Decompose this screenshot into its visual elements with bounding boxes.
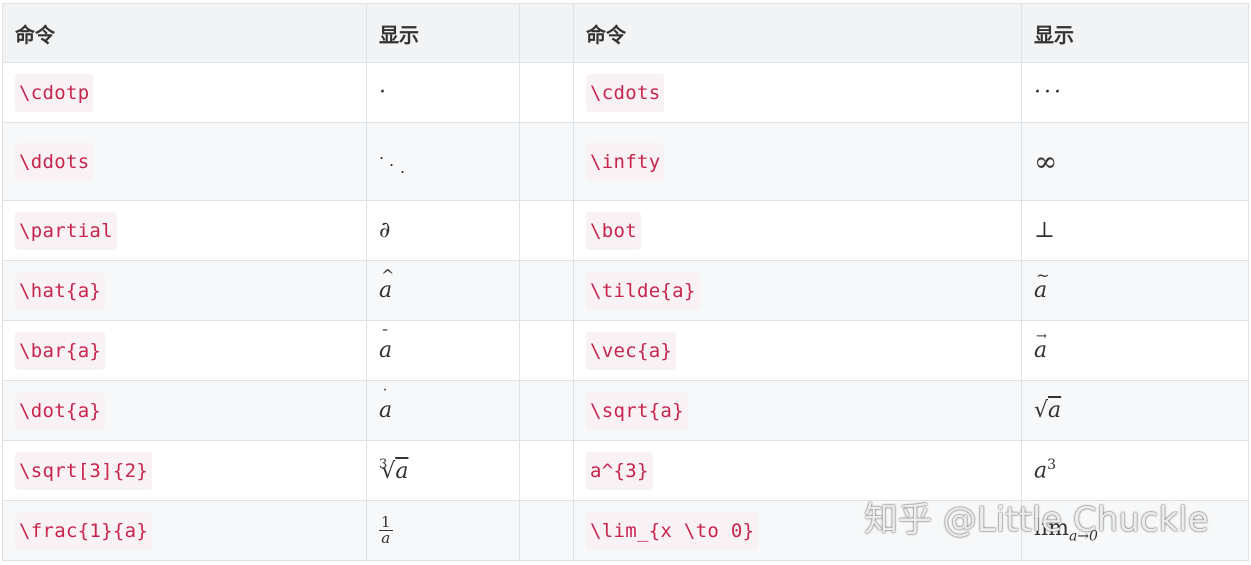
rendered-symbol: ∂ bbox=[366, 200, 520, 261]
table-row: \sqrt[3]{2} 3√a a^{3} a3 bbox=[2, 440, 1249, 501]
rendered-symbol: → a bbox=[1021, 320, 1249, 381]
command-code: a^{3} bbox=[586, 451, 653, 490]
command-code: \sqrt[3]{2} bbox=[15, 451, 153, 490]
command-code: \ddots bbox=[15, 142, 94, 181]
command-code: \infty bbox=[586, 142, 665, 181]
rendered-symbol: ˙ a bbox=[366, 380, 520, 441]
spacer-cell bbox=[519, 500, 574, 561]
command-code: \bar{a} bbox=[15, 331, 106, 370]
latex-symbol-table: 命令 显示 命令 显示 \cdotp · \cdots ··· \ddots .… bbox=[2, 3, 1249, 561]
header-command-2: 命令 bbox=[573, 3, 1022, 63]
rendered-symbol: ⊥ bbox=[1021, 200, 1249, 261]
table-row: \partial ∂ \bot ⊥ bbox=[2, 200, 1249, 261]
command-code: \cdotp bbox=[15, 73, 94, 112]
table-row: \bar{a} ¯ a \vec{a} → a bbox=[2, 320, 1249, 381]
table-row: \hat{a} ^ a \tilde{a} ~ a bbox=[2, 260, 1249, 321]
header-display-2: 显示 bbox=[1021, 3, 1249, 63]
rendered-symbol: ··· bbox=[1021, 62, 1249, 123]
rendered-symbol: ~ a bbox=[1021, 260, 1249, 321]
command-code: \lim_{x \to 0} bbox=[586, 511, 759, 550]
command-code: \cdots bbox=[586, 73, 665, 112]
command-code: \sqrt{a} bbox=[586, 391, 688, 430]
spacer-cell bbox=[519, 62, 574, 123]
table-row: \ddots ... \infty ∞ bbox=[2, 122, 1249, 201]
ddots-glyph: ... bbox=[379, 143, 406, 177]
table-row: \dot{a} ˙ a \sqrt{a} √a bbox=[2, 380, 1249, 441]
table-header-row: 命令 显示 命令 显示 bbox=[2, 3, 1249, 63]
command-code: \frac{1}{a} bbox=[15, 511, 153, 550]
command-code: \vec{a} bbox=[586, 331, 677, 370]
header-command-1: 命令 bbox=[2, 3, 367, 63]
header-display-1: 显示 bbox=[366, 3, 520, 63]
command-code: \dot{a} bbox=[15, 391, 106, 430]
rendered-symbol: 1a bbox=[366, 500, 520, 561]
rendered-symbol: ... bbox=[366, 122, 520, 201]
table-row: \frac{1}{a} 1a \lim_{x \to 0} lima→0 bbox=[2, 500, 1249, 561]
spacer-cell bbox=[519, 122, 574, 201]
rendered-symbol: lima→0 bbox=[1021, 500, 1249, 561]
command-code: \partial bbox=[15, 211, 117, 250]
header-spacer bbox=[519, 3, 574, 63]
command-code: \bot bbox=[586, 211, 641, 250]
rendered-symbol: ¯ a bbox=[366, 320, 520, 381]
spacer-cell bbox=[519, 440, 574, 501]
rendered-symbol: ^ a bbox=[366, 260, 520, 321]
command-code: \hat{a} bbox=[15, 271, 106, 310]
table-row: \cdotp · \cdots ··· bbox=[2, 62, 1249, 123]
spacer-cell bbox=[519, 380, 574, 441]
rendered-symbol: √a bbox=[1021, 380, 1249, 441]
rendered-symbol: 3√a bbox=[366, 440, 520, 501]
rendered-symbol: · bbox=[366, 62, 520, 123]
spacer-cell bbox=[519, 200, 574, 261]
spacer-cell bbox=[519, 320, 574, 381]
rendered-symbol: ∞ bbox=[1021, 122, 1249, 201]
rendered-symbol: a3 bbox=[1021, 440, 1249, 501]
command-code: \tilde{a} bbox=[586, 271, 700, 310]
spacer-cell bbox=[519, 260, 574, 321]
